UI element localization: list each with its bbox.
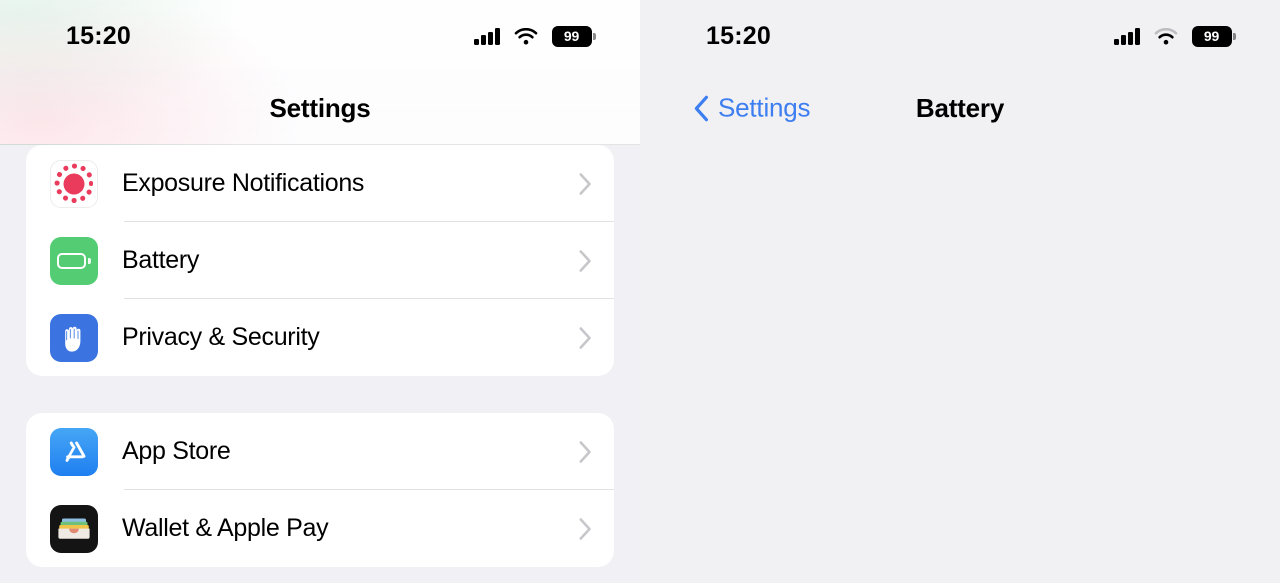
settings-row-wallet-apple-pay[interactable]: Wallet & Apple Pay: [26, 490, 614, 567]
status-time: 15:20: [66, 21, 131, 50]
settings-row-label: Battery: [122, 246, 200, 274]
wifi-icon: [1154, 27, 1178, 45]
page-title: Settings: [269, 92, 371, 123]
privacy-hand-icon: [50, 313, 98, 362]
battery-icon: [50, 236, 98, 285]
settings-row-exposure-notifications[interactable]: Exposure Notifications: [26, 145, 614, 222]
back-to-settings-button[interactable]: Settings: [694, 92, 811, 124]
settings-row-privacy-security[interactable]: Privacy & Security: [26, 299, 614, 376]
cellular-signal-icon: [474, 27, 500, 45]
battery-status-icon: 99: [1191, 25, 1236, 47]
chevron-right-icon: [579, 326, 591, 349]
left-phone-panel: Exposure Notifications Battery Privacy &…: [0, 0, 640, 583]
settings-row-label: Privacy & Security: [122, 323, 320, 351]
settings-group-1: Exposure Notifications Battery Privacy &…: [26, 145, 614, 376]
left-nav-bar: Settings: [0, 72, 640, 144]
chevron-right-icon: [579, 249, 591, 272]
left-status-bar: 15:20 99: [0, 0, 640, 72]
right-status-bar: 15:20 99: [640, 0, 1280, 72]
settings-group-2: App Store Wallet & Apple Pay: [26, 413, 614, 567]
battery-percentage-value: 99: [563, 28, 580, 44]
status-icons: 99: [474, 25, 596, 47]
app-store-icon: [50, 427, 98, 476]
settings-row-label: Exposure Notifications: [122, 169, 365, 197]
status-icons: 99: [1114, 25, 1236, 47]
wifi-icon: [514, 27, 538, 45]
page-title: Battery: [915, 92, 1005, 123]
status-time: 15:20: [706, 21, 771, 50]
exposure-notifications-icon: [50, 159, 98, 208]
cellular-signal-icon: [1114, 27, 1140, 45]
back-button-label: Settings: [718, 92, 811, 123]
settings-row-label: App Store: [122, 437, 231, 465]
settings-row-label: Wallet & Apple Pay: [122, 514, 329, 542]
dual-phone-screenshot: Exposure Notifications Battery Privacy &…: [0, 0, 1280, 583]
chevron-right-icon: [579, 517, 591, 540]
settings-row-battery[interactable]: Battery: [26, 222, 614, 299]
battery-status-icon: 99: [551, 25, 596, 47]
battery-percentage-value: 99: [1203, 28, 1220, 44]
right-nav-bar: Settings Battery: [640, 72, 1280, 144]
settings-row-app-store[interactable]: App Store: [26, 413, 614, 490]
chevron-right-icon: [579, 440, 591, 463]
chevron-left-icon: [694, 95, 708, 121]
wallet-icon: [50, 504, 98, 553]
chevron-right-icon: [579, 172, 591, 195]
right-phone-panel: 15:20 99 Settings Battery: [640, 0, 1280, 583]
